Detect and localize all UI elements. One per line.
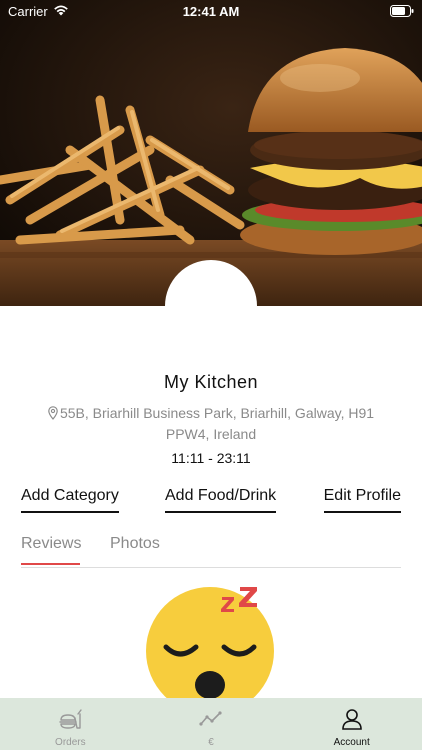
content-tabs: Reviews Photos [21,535,401,568]
trend-line-icon [199,708,223,735]
tabbar-item-account[interactable]: Account [281,698,422,750]
tabbar-item-orders[interactable]: Orders [0,698,141,750]
status-time: 12:41 AM [182,4,240,19]
action-bar: Add Category Add Food/Drink Edit Profile [0,487,422,517]
tab-reviews[interactable]: Reviews [21,535,81,565]
active-tab-indicator [21,563,80,565]
bottom-tab-bar: Orders € Account [0,698,422,750]
tabbar-label-earnings: € [208,737,214,748]
tabbar-label-orders: Orders [55,737,86,748]
address-text: 55B, Briarhill Business Park, Briarhill,… [59,405,375,442]
location-pin-icon [48,406,58,425]
avatar[interactable] [165,260,257,352]
food-order-icon [58,708,83,735]
add-category-button[interactable]: Add Category [21,487,119,513]
sleeping-face-emoji [144,585,280,715]
page-title: My Kitchen [163,372,259,392]
battery-icon [390,5,414,20]
person-icon [340,708,364,735]
tabbar-label-account: Account [333,737,370,748]
edit-profile-button[interactable]: Edit Profile [323,487,401,513]
tabbar-item-earnings[interactable]: € [141,698,282,750]
add-food-drink-button[interactable]: Add Food/Drink [165,487,277,513]
opening-hours: 11:11 - 23:11 [171,450,251,466]
address: 55B, Briarhill Business Park, Briarhill,… [30,404,392,444]
status-bar: Carrier 12:41 AM [0,0,422,24]
tab-photos[interactable]: Photos [110,535,160,565]
